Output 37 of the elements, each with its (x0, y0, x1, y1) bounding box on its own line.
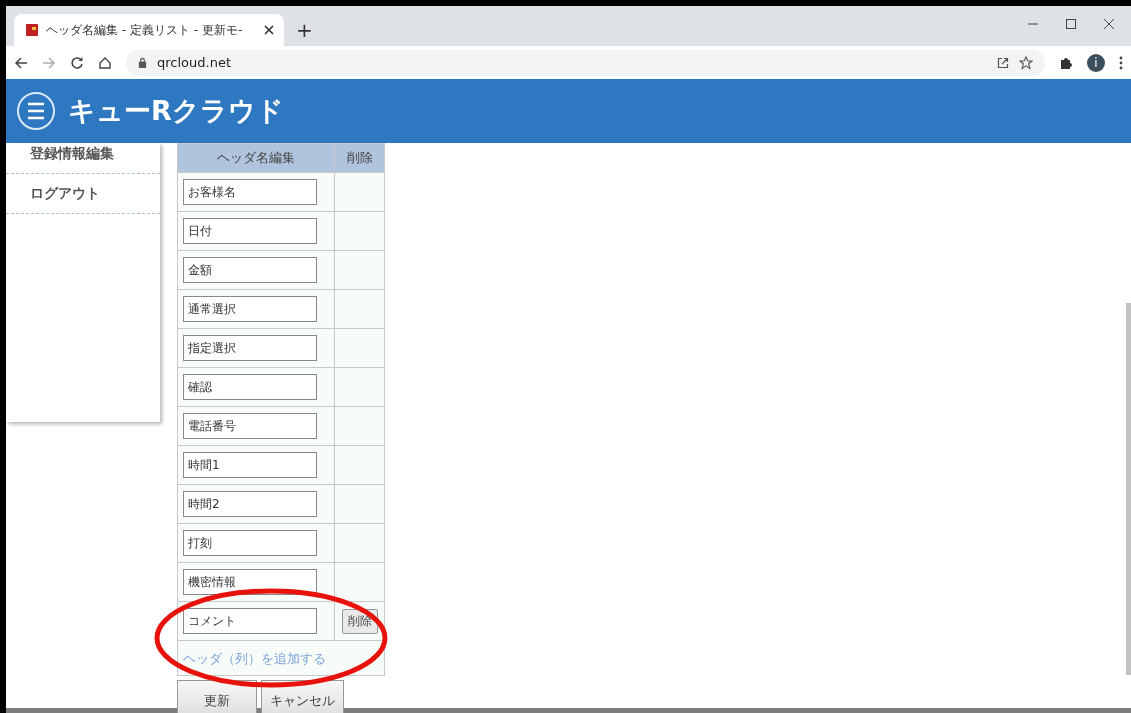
close-icon[interactable] (1103, 18, 1115, 30)
lock-icon (138, 57, 147, 68)
header-name-field[interactable]: 金額 (183, 257, 317, 283)
app-favicon-icon (26, 24, 38, 36)
maximize-icon[interactable] (1065, 18, 1077, 30)
scrollbar-thumb[interactable] (1126, 303, 1131, 675)
header-name-field[interactable]: 指定選択 (183, 335, 317, 361)
puzzle-icon[interactable] (1059, 55, 1073, 70)
menu-icon[interactable] (1119, 55, 1123, 70)
header-name-field[interactable]: 日付 (183, 218, 317, 244)
new-tab-button[interactable]: + (284, 14, 325, 46)
address-bar[interactable]: qrcloud.net (126, 49, 1045, 76)
close-icon[interactable] (264, 25, 274, 35)
url-text: qrcloud.net (157, 55, 231, 70)
sidebar-item[interactable]: ログアウト (6, 174, 160, 214)
profile-avatar[interactable]: i (1087, 53, 1105, 72)
star-icon[interactable] (1019, 55, 1033, 70)
column-header: ヘッダ名編集 (177, 143, 335, 173)
tab-title: ヘッダ名編集 - 定義リスト - 更新モ- (46, 21, 244, 39)
app-title: キューRクラウド (68, 94, 284, 128)
back-icon[interactable] (14, 55, 28, 70)
browser-tab[interactable]: ヘッダ名編集 - 定義リスト - 更新モ- (14, 14, 284, 46)
header-name-field[interactable]: 通常選択 (183, 296, 317, 322)
header-name-field[interactable]: 打刻 (183, 530, 317, 556)
header-name-field[interactable]: 確認 (183, 374, 317, 400)
column-header: 削除 (334, 143, 385, 173)
header-name-field[interactable]: 時間1 (183, 452, 317, 478)
header-name-field[interactable]: お客様名 (183, 179, 317, 205)
header-name-field[interactable]: 電話番号 (183, 413, 317, 439)
home-icon[interactable] (98, 55, 112, 70)
sidebar-item[interactable]: 登録情報編集 (6, 143, 160, 174)
share-icon[interactable] (997, 56, 1009, 69)
menu-icon[interactable] (16, 91, 56, 131)
reload-icon[interactable] (70, 55, 84, 70)
header-name-field[interactable]: 時間2 (183, 491, 317, 517)
form-button[interactable]: 更新 (177, 680, 257, 713)
header-name-field[interactable]: コメント (183, 608, 317, 634)
